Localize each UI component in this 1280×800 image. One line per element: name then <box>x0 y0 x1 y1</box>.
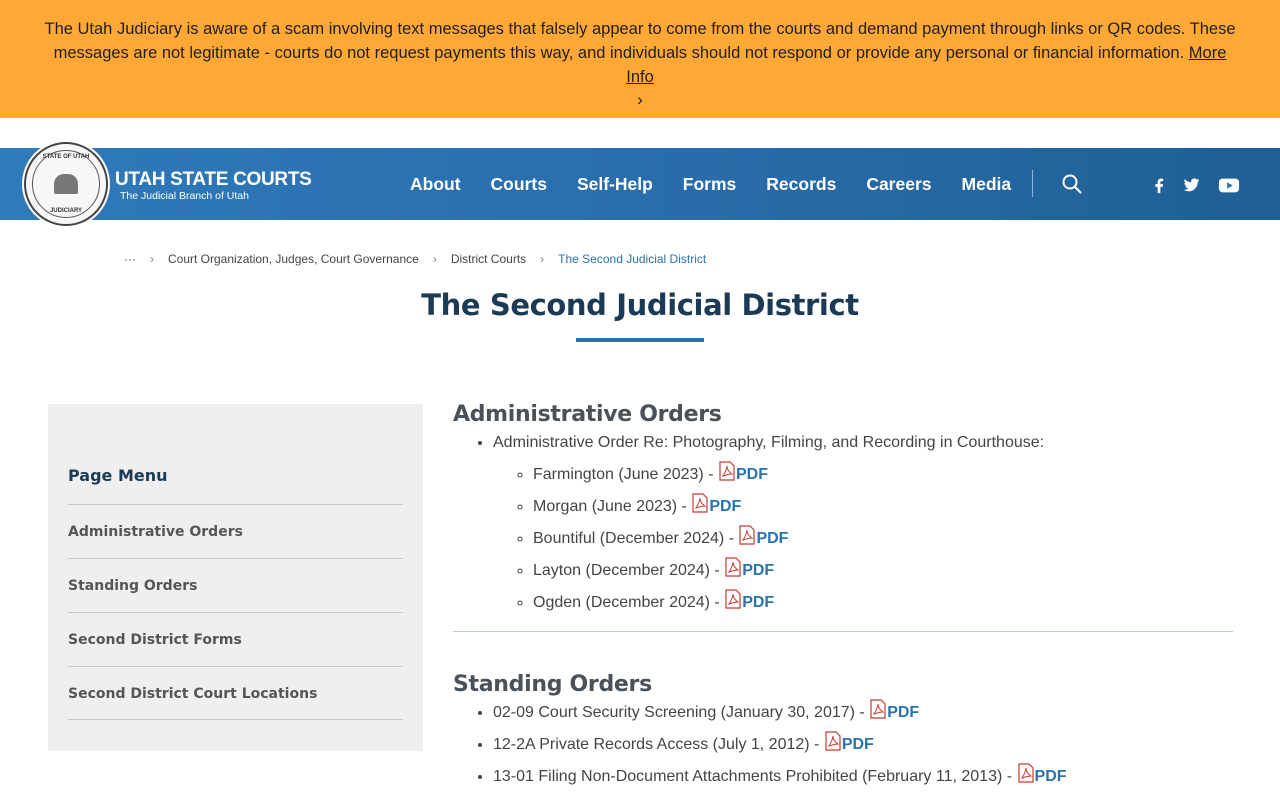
pdf-label[interactable]: PDF <box>742 594 774 611</box>
pdf-link[interactable]: PDF <box>1017 763 1067 785</box>
alert-text: The Utah Judiciary is aware of a scam in… <box>44 20 1236 62</box>
list-item: Farmington (June 2023) - PDF <box>533 459 1233 491</box>
pdf-icon <box>1017 763 1034 783</box>
nav-forms[interactable]: Forms <box>683 174 736 195</box>
section-title-standing-orders: Standing Orders <box>453 672 652 697</box>
nav-divider <box>1032 170 1033 197</box>
list-item-text: Administrative Order Re: Photography, Fi… <box>493 434 1045 451</box>
courthouse-sublist: Farmington (June 2023) - PDF Morgan (Jun… <box>533 459 1233 619</box>
pdf-icon <box>692 493 708 513</box>
nav-self-help[interactable]: Self-Help <box>577 174 653 195</box>
list-item-text: 13-01 Filing Non-Document Attachments Pr… <box>493 768 1017 785</box>
page-menu-sidebar: Page Menu Administrative Orders Standing… <box>48 404 423 751</box>
pdf-icon <box>725 589 741 609</box>
section-title-administrative-orders: Administrative Orders <box>453 402 722 427</box>
list-item-text: Ogden (December 2024) - <box>533 594 725 611</box>
list-item: 13-01 Filing Non-Document Attachments Pr… <box>493 761 1233 793</box>
breadcrumb-ellipsis[interactable]: ··· <box>124 252 136 266</box>
page-title: The Second Judicial District <box>421 288 859 322</box>
pdf-link[interactable]: PDF <box>824 731 874 753</box>
breadcrumb-current: The Second Judicial District <box>558 252 707 266</box>
menu-item-standing-orders[interactable]: Standing Orders <box>68 558 403 612</box>
pdf-link[interactable]: PDF <box>718 461 768 483</box>
youtube-icon[interactable] <box>1218 175 1240 195</box>
list-item: Morgan (June 2023) - PDF <box>533 491 1233 523</box>
pdf-label[interactable]: PDF <box>709 498 741 515</box>
brand-subtitle: The Judicial Branch of Utah <box>120 190 249 202</box>
search-icon[interactable] <box>1061 173 1083 195</box>
menu-item-second-district-court-locations[interactable]: Second District Court Locations <box>68 666 403 720</box>
pdf-label[interactable]: PDF <box>1035 768 1067 785</box>
utah-judiciary-seal-logo[interactable]: STATE OF UTAH JUDICIARY <box>24 142 108 226</box>
page-menu-title: Page Menu <box>68 466 168 485</box>
nav-media[interactable]: Media <box>962 174 1012 195</box>
list-item: 02-09 Court Security Screening (January … <box>493 697 1233 729</box>
pdf-link[interactable]: PDF <box>691 493 741 515</box>
pdf-icon <box>725 557 741 577</box>
pdf-icon <box>739 525 756 545</box>
title-underline <box>576 338 704 342</box>
main-content: Administrative Orders Administrative Ord… <box>453 402 1233 793</box>
pdf-icon <box>870 699 886 719</box>
breadcrumb-separator: › <box>540 252 545 266</box>
list-item-text: 12-2A Private Records Access (July 1, 20… <box>493 736 824 753</box>
menu-item-administrative-orders[interactable]: Administrative Orders <box>68 504 403 558</box>
nav-careers[interactable]: Careers <box>866 174 931 195</box>
breadcrumb-item[interactable]: District Courts <box>451 252 526 266</box>
pdf-label[interactable]: PDF <box>842 736 874 753</box>
page-menu-list: Administrative Orders Standing Orders Se… <box>68 504 403 720</box>
nav-courts[interactable]: Courts <box>491 174 547 195</box>
alert-banner: The Utah Judiciary is aware of a scam in… <box>0 0 1280 118</box>
pdf-link[interactable]: PDF <box>724 589 774 611</box>
list-item-text: Morgan (June 2023) - <box>533 498 692 515</box>
list-item: Layton (December 2024) - PDF <box>533 555 1233 587</box>
pdf-label[interactable]: PDF <box>742 562 774 579</box>
menu-item-second-district-forms[interactable]: Second District Forms <box>68 612 403 666</box>
seal-bottom-text: JUDICIARY <box>49 208 83 214</box>
section-divider <box>453 631 1233 632</box>
pdf-label[interactable]: PDF <box>756 530 788 547</box>
list-item: Ogden (December 2024) - PDF <box>533 587 1233 619</box>
breadcrumb-item[interactable]: Court Organization, Judges, Court Govern… <box>168 252 419 266</box>
standing-orders-list: 02-09 Court Security Screening (January … <box>493 697 1233 793</box>
breadcrumb-separator: › <box>432 252 437 266</box>
pdf-icon <box>719 461 735 481</box>
facebook-icon[interactable] <box>1148 175 1170 195</box>
brand-title[interactable]: UTAH STATE COURTS <box>115 169 312 191</box>
list-item: Administrative Order Re: Photography, Fi… <box>493 427 1233 619</box>
pdf-label[interactable]: PDF <box>736 466 768 483</box>
nav-about[interactable]: About <box>410 174 461 195</box>
breadcrumb: ··· › Court Organization, Judges, Court … <box>124 252 706 266</box>
breadcrumb-separator: › <box>150 252 154 266</box>
pdf-link[interactable]: PDF <box>724 557 774 579</box>
main-nav: About Courts Self-Help Forms Records Car… <box>410 148 1041 220</box>
list-item-text: 02-09 Court Security Screening (January … <box>493 704 870 721</box>
chevron-right-icon[interactable]: › <box>38 89 1242 111</box>
list-item: Bountiful (December 2024) - PDF <box>533 523 1233 555</box>
pdf-label[interactable]: PDF <box>887 704 919 721</box>
seal-top-text: STATE OF UTAH <box>42 154 90 160</box>
pdf-link[interactable]: PDF <box>738 525 788 547</box>
list-item-text: Layton (December 2024) - <box>533 562 725 579</box>
list-item-text: Farmington (June 2023) - <box>533 466 718 483</box>
list-item-text: Bountiful (December 2024) - <box>533 530 739 547</box>
site-header: STATE OF UTAH JUDICIARY UTAH STATE COURT… <box>0 142 1280 226</box>
pdf-link[interactable]: PDF <box>869 699 919 721</box>
list-item: 12-2A Private Records Access (July 1, 20… <box>493 729 1233 761</box>
pdf-icon <box>825 731 841 751</box>
twitter-icon[interactable] <box>1180 175 1202 195</box>
administrative-orders-list: Administrative Order Re: Photography, Fi… <box>493 427 1233 619</box>
nav-records[interactable]: Records <box>766 174 836 195</box>
